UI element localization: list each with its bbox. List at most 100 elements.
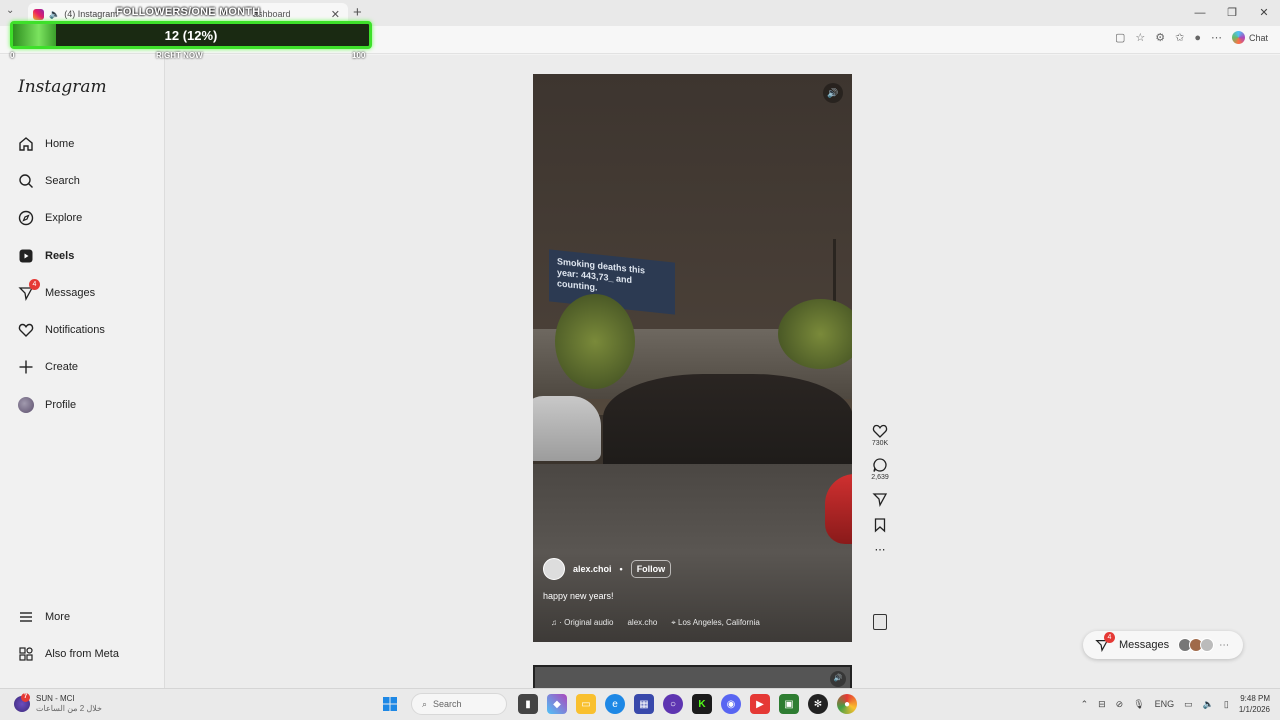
sidebar-item-profile[interactable]: Profile <box>0 386 165 423</box>
heart-icon <box>17 321 35 339</box>
copilot-app-icon[interactable]: ◆ <box>547 694 567 714</box>
discord-icon[interactable]: ◉ <box>721 694 741 714</box>
reel-video[interactable]: Smoking deaths this year: 443,73_ and co… <box>533 74 852 642</box>
chevron-up-icon[interactable]: ⌃ <box>1081 699 1089 710</box>
messages-badge: 4 <box>29 278 40 290</box>
sidebar-item-messages[interactable]: 4 Messages <box>0 274 165 311</box>
share-icon[interactable] <box>872 491 888 507</box>
taskbar-search-box[interactable]: ⌕ Search <box>411 693 507 715</box>
battery-icon[interactable]: ▯ <box>1224 699 1229 710</box>
chrome-icon[interactable]: ● <box>837 694 857 714</box>
sidebar-item-create[interactable]: Create <box>0 349 165 386</box>
audio-thumbnail[interactable] <box>873 614 887 630</box>
messages-floating-button[interactable]: 4 Messages ⋯ <box>1083 631 1243 659</box>
like-action: 730K <box>866 423 894 447</box>
minimize-icon[interactable]: — <box>1184 0 1216 26</box>
youtube-icon[interactable]: ▶ <box>750 694 770 714</box>
close-window-icon[interactable]: ✕ <box>1248 0 1280 26</box>
reel-author-row: alex.choi • Follow <box>543 558 672 580</box>
like-count: 730K <box>871 440 889 447</box>
edge-browser-icon[interactable]: e <box>605 694 625 714</box>
location-text: Los Angeles, California <box>678 618 760 627</box>
weather-badge: 7 <box>21 693 30 702</box>
weather-subtitle: خلال 2 من الساعات <box>36 704 103 713</box>
settings-more-icon[interactable]: ⋯ <box>1211 31 1222 44</box>
sidebar-item-explore[interactable]: Explore <box>0 200 165 237</box>
save-action <box>866 517 894 533</box>
meta-grid-icon <box>17 645 35 663</box>
mute-toggle-icon[interactable]: 🔊 <box>823 83 843 103</box>
sidebar-item-search[interactable]: Search <box>0 162 165 199</box>
location-link[interactable]: ⌖ Los Angeles, California <box>671 618 760 628</box>
original-audio-link[interactable]: ♫ · Original audio <box>551 618 613 628</box>
reel-author-name[interactable]: alex.choi <box>573 564 612 574</box>
goal-value: 12 (12%) <box>164 28 218 43</box>
avatar <box>1200 638 1215 652</box>
task-view-icon[interactable]: ▮ <box>518 694 538 714</box>
weather-text: SUN - MCI خلال 2 من الساعات <box>36 694 102 714</box>
reels-icon <box>17 247 35 265</box>
sidebar-item-label: Search <box>45 174 80 187</box>
profile-avatar-icon[interactable]: ● <box>1194 32 1201 44</box>
store-icon[interactable]: ▦ <box>634 694 654 714</box>
goal-current-label: RIGHT NOW <box>156 51 203 60</box>
sidebar-item-label: Create <box>45 361 79 374</box>
weather-widget[interactable]: 7 SUN - MCI خلال 2 من الساعات <box>14 693 102 714</box>
instagram-sidebar: Instagram Home Search Explore Reels 4 Me… <box>0 55 165 688</box>
bookmark-icon[interactable] <box>872 517 888 533</box>
obs-icon[interactable]: ○ <box>663 694 683 714</box>
chatgpt-icon[interactable]: ✻ <box>808 694 828 714</box>
file-explorer-icon[interactable]: ▭ <box>576 694 596 714</box>
share-action <box>866 491 894 507</box>
display-icon[interactable]: ▭ <box>1184 699 1193 710</box>
sidebar-item-also-from-meta[interactable]: Also from Meta <box>0 635 165 672</box>
favorites-bar-icon[interactable]: ✩ <box>1175 31 1184 44</box>
avatar <box>17 396 35 414</box>
instagram-page: Instagram Home Search Explore Reels 4 Me… <box>0 55 1280 688</box>
network-off-icon[interactable]: ⊘ <box>1116 699 1124 710</box>
extensions-icon[interactable]: ⚙ <box>1155 31 1165 44</box>
next-reel-preview[interactable]: 🔊 <box>533 665 852 688</box>
sidebar-item-more[interactable]: More <box>0 598 165 635</box>
weather-title: SUN - MCI <box>36 694 75 703</box>
messages-pill-badge: 4 <box>1104 632 1115 643</box>
terminal-icon[interactable]: ▣ <box>779 694 799 714</box>
sidebar-item-reels[interactable]: Reels <box>0 237 165 274</box>
microphone-icon[interactable]: 🎙 <box>1133 699 1144 710</box>
language-indicator[interactable]: ENG <box>1155 699 1175 709</box>
search-icon <box>17 172 35 190</box>
followers-goal-overlay: FOLLOWERS/ONE MONTH 12 (12%) 0 RIGHT NOW… <box>10 4 374 62</box>
taskbar-clock[interactable]: 9:48 PM 1/1/2026 <box>1239 693 1270 715</box>
sidebar-item-label: Notifications <box>45 324 105 337</box>
restore-icon[interactable]: ❐ <box>1216 0 1248 26</box>
usb-icon[interactable]: ⊟ <box>1098 699 1106 710</box>
messenger-icon: 4 <box>17 278 40 302</box>
window-controls: — ❐ ✕ <box>1184 0 1280 26</box>
more-dots-icon: ⋯ <box>1219 639 1230 651</box>
follow-button[interactable]: Follow <box>630 560 672 578</box>
more-dots-icon[interactable]: ⋯ <box>875 543 886 556</box>
instagram-logo[interactable]: Instagram <box>18 77 107 97</box>
copilot-chat-button[interactable]: Chat <box>1231 31 1268 44</box>
audio-author-link[interactable]: alex.cho <box>627 618 657 628</box>
favorite-star-icon[interactable]: ☆ <box>1135 31 1145 44</box>
sidebar-item-notifications[interactable]: Notifications <box>0 311 165 348</box>
system-tray: ⌃ ⊟ ⊘ 🎙 ENG ▭ 🔈 ▯ 9:48 PM 1/1/2026 <box>1081 693 1270 715</box>
mute-toggle-icon[interactable]: 🔊 <box>830 671 846 687</box>
kick-app-icon[interactable]: K <box>692 694 712 714</box>
sidebar-item-label: Home <box>45 137 75 150</box>
sidebar-item-label: More <box>45 610 71 623</box>
reel-tree <box>555 294 635 389</box>
sidebar-item-label: Messages <box>45 286 96 299</box>
sidebar-bottom-nav: More Also from Meta <box>0 598 165 673</box>
like-heart-icon[interactable] <box>872 423 888 439</box>
sidebar-item-home[interactable]: Home <box>0 125 165 162</box>
avatar[interactable] <box>543 558 565 580</box>
windows-start-icon[interactable] <box>380 694 400 714</box>
reel-caption: happy new years! <box>543 591 614 601</box>
volume-icon[interactable]: 🔈 <box>1203 699 1214 710</box>
messenger-icon: 4 <box>1095 632 1115 652</box>
split-screen-icon[interactable]: ▢ <box>1115 31 1125 44</box>
comment-icon[interactable] <box>872 457 888 473</box>
recent-chat-avatars <box>1178 638 1215 652</box>
